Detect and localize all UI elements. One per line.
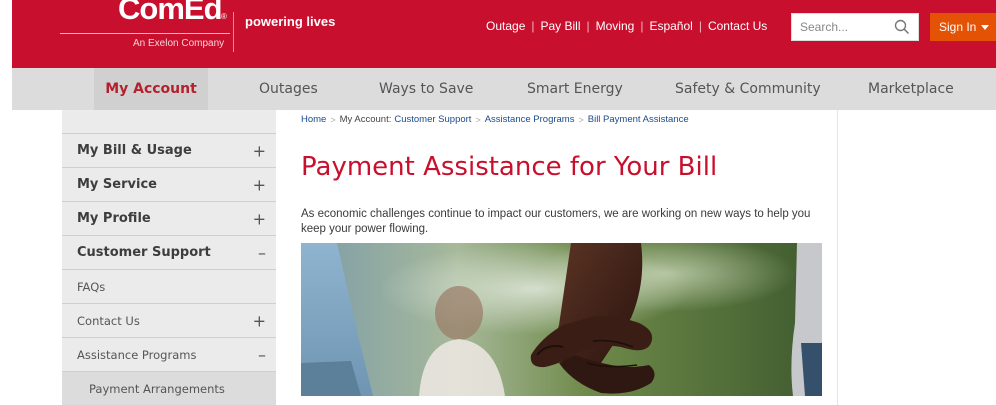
sidebar-item-payment-arrangements[interactable]: Payment Arrangements — [62, 371, 276, 405]
nav-smart-energy[interactable]: Smart Energy — [527, 68, 623, 110]
nav-safety-community[interactable]: Safety & Community — [675, 68, 821, 110]
sign-in-button[interactable]: Sign In — [930, 13, 996, 41]
sidebar-item-label: Payment Arrangements — [89, 381, 225, 396]
expand-icon[interactable]: + — [253, 141, 266, 160]
site-header: ComEd ® An Exelon Company powering lives… — [0, 0, 996, 68]
sidebar-item-assistance-programs[interactable]: Assistance Programs – — [62, 337, 276, 371]
sidebar-item-faqs[interactable]: FAQs — [62, 269, 276, 303]
sign-in-label: Sign In — [939, 20, 977, 34]
caret-down-icon — [981, 24, 990, 30]
breadcrumb-assistance-programs[interactable]: Assistance Programs — [485, 114, 575, 125]
main-nav: My Account Outages Ways to Save Smart En… — [12, 68, 996, 110]
nav-ways-to-save[interactable]: Ways to Save — [379, 68, 473, 110]
search-input[interactable] — [800, 18, 890, 36]
breadcrumb-home[interactable]: Home — [301, 114, 326, 125]
hero-image-holding-hands — [301, 243, 822, 396]
util-separator: | — [531, 19, 535, 33]
util-link-moving[interactable]: Moving — [596, 19, 635, 33]
util-link-espanol[interactable]: Español — [649, 19, 692, 33]
page-title: Payment Assistance for Your Bill — [301, 152, 718, 182]
collapse-icon[interactable]: – — [258, 243, 266, 262]
breadcrumb-bill-payment-assistance[interactable]: Bill Payment Assistance — [588, 114, 689, 125]
logo-subtitle: An Exelon Company — [133, 38, 225, 49]
collapse-icon[interactable]: – — [258, 345, 266, 364]
util-link-contact-us[interactable]: Contact Us — [708, 19, 767, 33]
nav-outages[interactable]: Outages — [259, 68, 318, 110]
sidebar-item-my-profile[interactable]: My Profile + — [62, 201, 276, 235]
search-box — [791, 13, 919, 41]
breadcrumb-separator-icon: > — [475, 114, 481, 125]
breadcrumb: Home > My Account : Customer Support > A… — [301, 114, 689, 125]
sidebar-item-contact-us[interactable]: Contact Us + — [62, 303, 276, 337]
expand-icon[interactable]: + — [253, 311, 266, 330]
logo-registered-mark: ® — [221, 12, 227, 21]
nav-my-account[interactable]: My Account — [94, 68, 208, 110]
sidebar-item-label: Contact Us — [77, 313, 140, 328]
breadcrumb-separator-icon: > — [578, 114, 584, 125]
sidebar-item-label: Customer Support — [77, 245, 211, 260]
expand-icon[interactable]: + — [253, 209, 266, 228]
logo-rule — [60, 33, 230, 34]
util-link-outage[interactable]: Outage — [486, 19, 525, 33]
sidebar-item-label: My Profile — [77, 211, 151, 226]
util-separator: | — [640, 19, 644, 33]
util-separator: | — [698, 19, 702, 33]
breadcrumb-separator-icon: > — [330, 114, 336, 125]
nav-marketplace[interactable]: Marketplace — [868, 68, 954, 110]
util-link-pay-bill[interactable]: Pay Bill — [541, 19, 581, 33]
tagline: powering lives — [245, 14, 336, 29]
sidebar-item-label: My Bill & Usage — [77, 143, 192, 158]
sidebar: My Bill & Usage + My Service + My Profil… — [62, 110, 276, 405]
search-icon[interactable] — [894, 19, 910, 35]
logo-divider — [233, 12, 234, 52]
util-separator: | — [586, 19, 590, 33]
sidebar-item-label: Assistance Programs — [77, 347, 197, 362]
sidebar-item-label: My Service — [77, 177, 157, 192]
breadcrumb-my-account: My Account — [339, 114, 389, 125]
expand-icon[interactable]: + — [253, 175, 266, 194]
sidebar-item-my-bill-usage[interactable]: My Bill & Usage + — [62, 133, 276, 167]
sidebar-item-label: FAQs — [77, 279, 106, 294]
breadcrumb-colon: : — [388, 114, 392, 125]
breadcrumb-customer-support[interactable]: Customer Support — [394, 114, 471, 125]
comed-logo[interactable]: ComEd — [118, 0, 222, 27]
sidebar-item-customer-support[interactable]: Customer Support – — [62, 235, 276, 269]
intro-paragraph: As economic challenges continue to impac… — [301, 208, 811, 235]
sidebar-item-my-service[interactable]: My Service + — [62, 167, 276, 201]
utility-links: Outage | Pay Bill | Moving | Español | C… — [486, 19, 767, 33]
